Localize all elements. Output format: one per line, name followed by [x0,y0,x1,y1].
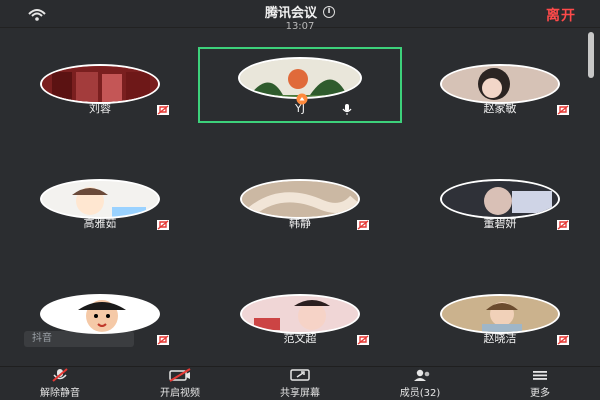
host-badge-icon [296,93,308,105]
participant-tile[interactable]: 董碧妍 [420,169,580,239]
mic-muted-icon [357,335,369,345]
participant-avatar [440,294,560,334]
mic-muted-icon [157,220,169,230]
mic-muted-icon [557,105,569,115]
participant-tile[interactable]: 韩静 [220,169,380,239]
participant-avatar [440,64,560,104]
mic-muted-icon [157,335,169,345]
members-icon [414,369,430,381]
bottom-toolbar: 解除静音 开启视频 共享屏幕 成员(32) 更多 [0,366,600,400]
share-screen-icon [290,369,310,381]
participant-avatar [440,179,560,219]
participant-tile[interactable]: 刘蓉 [20,54,180,124]
participant-tile[interactable]: 赵晓洁 [420,284,580,354]
participant-avatar [40,179,160,219]
watermark: 抖音 [24,331,134,347]
mic-on-icon [342,104,352,115]
participant-avatar [40,294,160,334]
participant-avatar [40,64,160,104]
mic-muted-icon [52,368,68,382]
participant-avatar [240,294,360,334]
participant-avatar [240,179,360,219]
participant-tile[interactable]: 范文超 [220,284,380,354]
start-video-label: 开启视频 [160,388,200,399]
share-screen-label: 共享屏幕 [280,388,320,399]
meeting-title-row[interactable]: 腾讯会议 i [265,2,335,21]
more-label: 更多 [530,388,550,399]
unmute-label: 解除静音 [40,388,80,399]
mic-muted-icon [357,220,369,230]
watermark-text: 抖音 [32,333,52,344]
meeting-time: 13:07 [285,21,315,32]
mic-muted-icon [157,105,169,115]
share-screen-button[interactable]: 共享屏幕 [240,367,360,400]
participant-tile[interactable]: 赵家敏 [420,54,580,124]
mic-muted-icon [557,220,569,230]
leave-button[interactable]: 离开 [546,5,576,25]
header-title-area: 腾讯会议 i 13:07 [0,2,600,32]
camera-off-icon [169,368,191,382]
meeting-title: 腾讯会议 [264,6,317,21]
participant-grid: 刘蓉 YJ 赵家敏 高雅茹 韩静 董碧妍 范文超 赵晓洁 [0,44,600,354]
members-button[interactable]: 成员(32) [360,367,480,400]
more-button[interactable]: 更多 [480,367,600,400]
info-icon[interactable]: i [323,5,335,18]
more-icon [533,371,547,380]
mic-muted-icon [557,335,569,345]
participant-tile-active[interactable]: YJ [198,47,402,123]
top-bar: 腾讯会议 i 13:07 离开 [0,0,600,32]
members-label: 成员(32) [399,388,441,399]
unmute-button[interactable]: 解除静音 [0,367,120,400]
start-video-button[interactable]: 开启视频 [120,367,240,400]
participant-tile[interactable]: 高雅茹 [20,169,180,239]
